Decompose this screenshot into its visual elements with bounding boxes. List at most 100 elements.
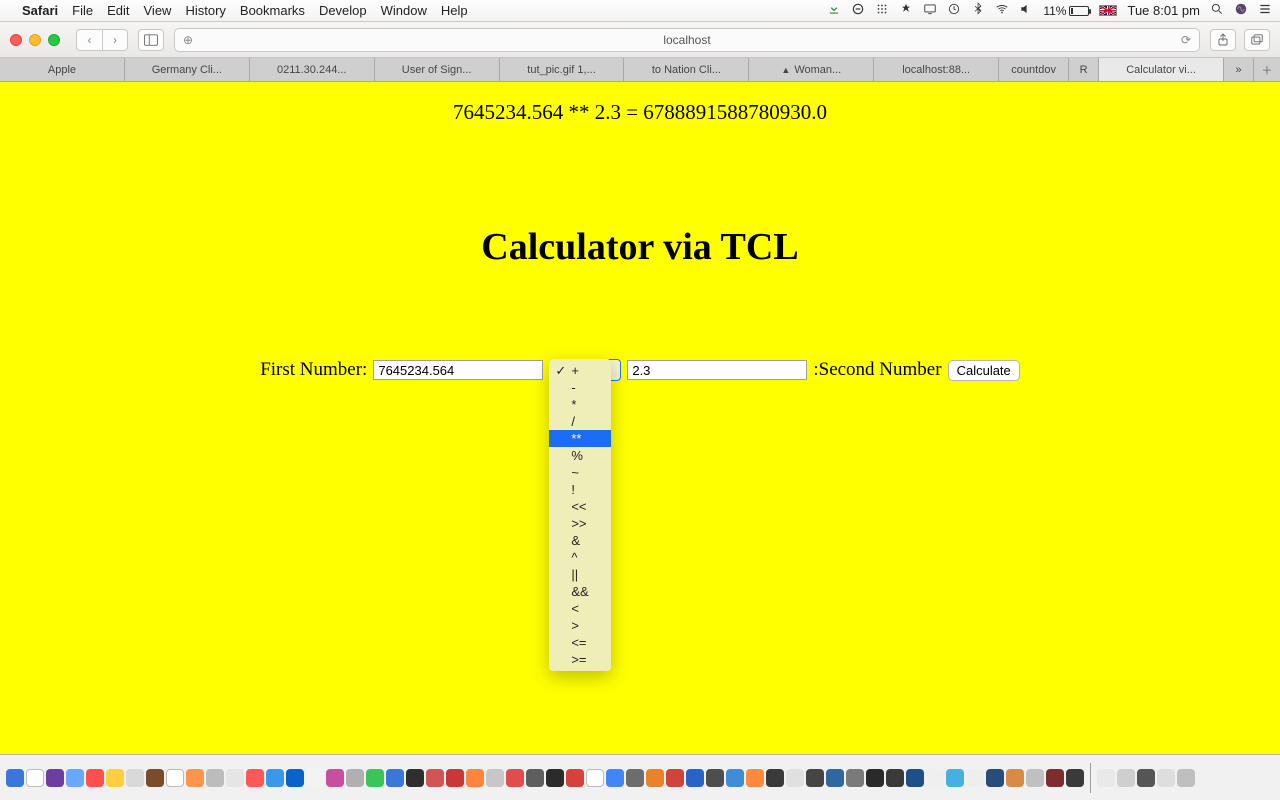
operator-option[interactable]: || xyxy=(549,566,611,583)
dock-finder-icon[interactable] xyxy=(6,769,24,787)
dock-app-icon[interactable] xyxy=(326,769,344,787)
dock-app-icon[interactable] xyxy=(646,769,664,787)
dock-app-icon[interactable] xyxy=(666,769,684,787)
dock-app-icon[interactable] xyxy=(826,769,844,787)
operator-option[interactable]: ^ xyxy=(549,549,611,566)
operator-option[interactable]: ** xyxy=(549,430,611,447)
dock-app-icon[interactable] xyxy=(686,769,704,787)
tab-5[interactable]: to Nation Cli... xyxy=(624,58,749,81)
dock-app-icon[interactable] xyxy=(866,769,884,787)
show-tabs-button[interactable] xyxy=(1244,29,1270,51)
dock-app-icon[interactable] xyxy=(586,769,604,787)
dock-app-icon[interactable] xyxy=(46,769,64,787)
operator-option[interactable]: ~ xyxy=(549,464,611,481)
volume-icon[interactable] xyxy=(1019,2,1033,19)
dock-app-icon[interactable] xyxy=(626,769,644,787)
operator-option[interactable]: << xyxy=(549,498,611,515)
operator-option[interactable]: + xyxy=(549,362,611,379)
dock-app-icon[interactable] xyxy=(446,769,464,787)
operator-option[interactable]: > xyxy=(549,617,611,634)
dock-app-icon[interactable] xyxy=(746,769,764,787)
dock-folder-icon[interactable] xyxy=(1117,769,1135,787)
menu-edit[interactable]: Edit xyxy=(107,3,129,18)
tab-4[interactable]: tut_pic.gif 1,... xyxy=(500,58,625,81)
tab-3[interactable]: User of Sign... xyxy=(375,58,500,81)
spotlight-icon[interactable] xyxy=(1210,2,1224,19)
operator-option[interactable]: & xyxy=(549,532,611,549)
dock-app-icon[interactable] xyxy=(906,769,924,787)
menu-help[interactable]: Help xyxy=(441,3,468,18)
dock-app-icon[interactable] xyxy=(426,769,444,787)
sidebar-button[interactable] xyxy=(138,29,164,51)
dock-app-icon[interactable] xyxy=(506,769,524,787)
dock-app-icon[interactable] xyxy=(86,769,104,787)
dock-app-icon[interactable] xyxy=(286,769,304,787)
menu-view[interactable]: View xyxy=(144,3,172,18)
status-icon-2[interactable] xyxy=(875,2,889,19)
address-bar[interactable]: ⊕ localhost ⟳ xyxy=(174,28,1200,52)
dock-folder-icon[interactable] xyxy=(1137,769,1155,787)
back-button[interactable]: ‹ xyxy=(76,29,102,51)
dock-app-icon[interactable] xyxy=(766,769,784,787)
status-icon-1[interactable] xyxy=(851,2,865,19)
menu-window[interactable]: Window xyxy=(381,3,427,18)
dock-app-icon[interactable] xyxy=(986,769,1004,787)
first-number-input[interactable] xyxy=(373,360,543,380)
dock-app-icon[interactable] xyxy=(526,769,544,787)
dock-trash-icon[interactable] xyxy=(1177,769,1195,787)
window-close-button[interactable] xyxy=(10,34,22,46)
tab-9[interactable]: R xyxy=(1069,58,1099,81)
dock-app-icon[interactable] xyxy=(366,769,384,787)
dock-app-icon[interactable] xyxy=(566,769,584,787)
dock-app-icon[interactable] xyxy=(706,769,724,787)
dock-app-icon[interactable] xyxy=(606,769,624,787)
menubar-clock[interactable]: Tue 8:01 pm xyxy=(1127,3,1200,18)
dock-app-icon[interactable] xyxy=(806,769,824,787)
dock-app-icon[interactable] xyxy=(1046,769,1064,787)
dock-app-icon[interactable] xyxy=(306,769,324,787)
dock-app-icon[interactable] xyxy=(406,769,424,787)
tab-10[interactable]: Calculator vi... xyxy=(1099,58,1224,81)
site-settings-icon[interactable]: ⊕ xyxy=(183,33,193,47)
status-icon-3[interactable] xyxy=(899,2,913,19)
operator-option[interactable]: < xyxy=(549,600,611,617)
dock-app-icon[interactable] xyxy=(546,769,564,787)
dock-app-icon[interactable] xyxy=(386,769,404,787)
tab-1[interactable]: Germany Cli... xyxy=(125,58,250,81)
dock-app-icon[interactable] xyxy=(126,769,144,787)
operator-option[interactable]: % xyxy=(549,447,611,464)
tab-0[interactable]: Apple xyxy=(0,58,125,81)
battery-indicator[interactable]: 11% xyxy=(1043,4,1089,18)
window-minimize-button[interactable] xyxy=(29,34,41,46)
display-icon[interactable] xyxy=(923,2,937,19)
dock-app-icon[interactable] xyxy=(726,769,744,787)
dock-app-icon[interactable] xyxy=(146,769,164,787)
tab-7[interactable]: localhost:88... xyxy=(874,58,999,81)
dock-app-icon[interactable] xyxy=(846,769,864,787)
dock-app-icon[interactable] xyxy=(246,769,264,787)
dock-app-icon[interactable] xyxy=(226,769,244,787)
tab-overflow[interactable]: » xyxy=(1224,58,1254,81)
tab-8[interactable]: countdov xyxy=(999,58,1069,81)
siri-icon[interactable] xyxy=(1234,2,1248,19)
dock-app-icon[interactable] xyxy=(1026,769,1044,787)
app-name[interactable]: Safari xyxy=(22,3,58,18)
dock-app-icon[interactable] xyxy=(946,769,964,787)
menu-develop[interactable]: Develop xyxy=(319,3,367,18)
menu-file[interactable]: File xyxy=(72,3,93,18)
dock-app-icon[interactable] xyxy=(266,769,284,787)
dock-app-icon[interactable] xyxy=(1006,769,1024,787)
share-button[interactable] xyxy=(1210,29,1236,51)
timemachine-icon[interactable] xyxy=(947,2,961,19)
operator-option[interactable]: <= xyxy=(549,634,611,651)
dock-app-icon[interactable] xyxy=(106,769,124,787)
operator-option[interactable]: >> xyxy=(549,515,611,532)
new-tab-button[interactable]: ＋ xyxy=(1254,58,1280,81)
dock-app-icon[interactable] xyxy=(926,769,944,787)
dock-app-icon[interactable] xyxy=(166,769,184,787)
dock-app-icon[interactable] xyxy=(886,769,904,787)
tab-6[interactable]: ▲Woman... xyxy=(749,58,874,81)
dock-app-icon[interactable] xyxy=(466,769,484,787)
notification-center-icon[interactable] xyxy=(1258,2,1272,19)
operator-option[interactable]: / xyxy=(549,413,611,430)
